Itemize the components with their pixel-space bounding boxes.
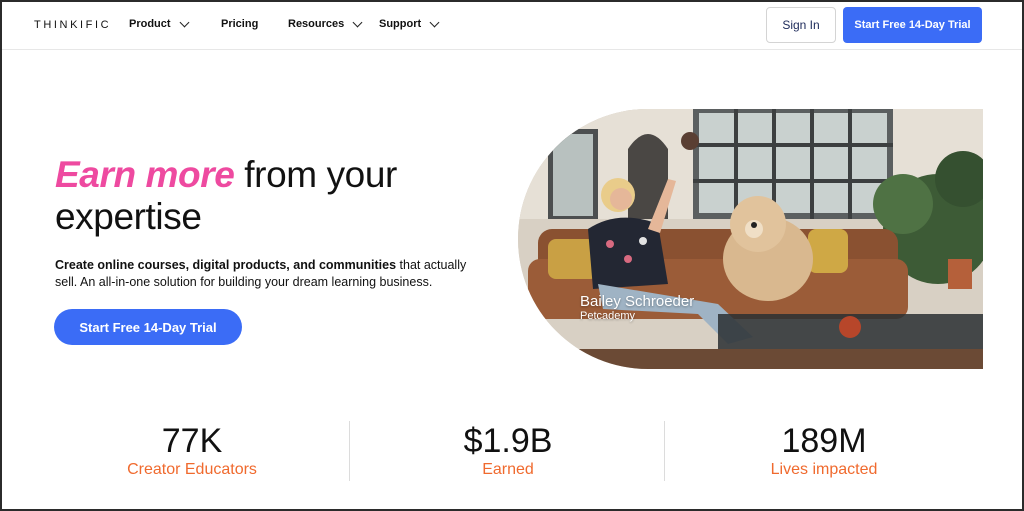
headline-accent: Earn more bbox=[55, 154, 235, 195]
stat-divider bbox=[664, 421, 665, 481]
hero-headline: Earn more from your expertise bbox=[55, 154, 495, 238]
chevron-down-icon bbox=[429, 17, 440, 27]
start-trial-nav-button[interactable]: Start Free 14-Day Trial bbox=[843, 7, 982, 43]
thinkific-logo[interactable]: THINKIFIC bbox=[34, 19, 111, 31]
nav-item-support[interactable]: Support bbox=[379, 17, 440, 30]
stat-label: Earned bbox=[482, 461, 534, 478]
nav-item-product-label: Product bbox=[129, 18, 171, 30]
testimonial-name: Bailey Schroeder bbox=[580, 293, 695, 310]
stat-value: $1.9B bbox=[463, 422, 553, 460]
stat-label: Creator Educators bbox=[127, 461, 257, 478]
top-navigation: THINKIFIC Product Pricing Resources Supp… bbox=[2, 2, 1022, 50]
nav-item-pricing[interactable]: Pricing bbox=[221, 18, 258, 30]
nav-item-product[interactable]: Product bbox=[129, 17, 190, 30]
stat-label: Lives impacted bbox=[770, 461, 878, 478]
hero-photo bbox=[518, 109, 983, 369]
stat-earned: $1.9B Earned bbox=[358, 422, 658, 480]
headline-part-1: from your bbox=[234, 154, 397, 195]
nav-item-resources[interactable]: Resources bbox=[288, 17, 363, 30]
stat-lives: 189M Lives impacted bbox=[674, 422, 974, 480]
stat-creators: 77K Creator Educators bbox=[42, 422, 342, 480]
nav-item-resources-label: Resources bbox=[288, 18, 345, 30]
stat-divider bbox=[349, 421, 350, 481]
chevron-down-icon bbox=[352, 17, 363, 27]
chevron-down-icon bbox=[179, 17, 190, 27]
page-frame: THINKIFIC Product Pricing Resources Supp… bbox=[0, 0, 1024, 511]
stat-value: 189M bbox=[781, 422, 867, 460]
stat-value: 77K bbox=[161, 422, 223, 460]
hero-photo-illustration bbox=[518, 109, 983, 369]
nav-item-pricing-label: Pricing bbox=[221, 18, 259, 30]
headline-part-2: expertise bbox=[55, 196, 202, 237]
subtitle-bold: Create online courses, digital products,… bbox=[55, 258, 397, 272]
nav-item-support-label: Support bbox=[379, 18, 422, 30]
start-trial-hero-button[interactable]: Start Free 14-Day Trial bbox=[54, 309, 242, 345]
hero-subtitle: Create online courses, digital products,… bbox=[55, 257, 485, 291]
testimonial-organization: Petcademy bbox=[580, 310, 636, 322]
sign-in-button[interactable]: Sign In bbox=[766, 7, 836, 43]
